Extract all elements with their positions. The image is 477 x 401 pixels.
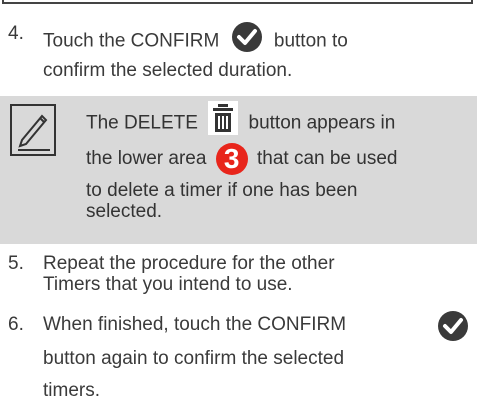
- note-line-4: selected.: [86, 201, 163, 222]
- pencil-note-icon: [10, 104, 56, 156]
- step-4-line-2: confirm the selected duration.: [43, 60, 293, 81]
- note-line-1: The DELETE button appears in: [86, 101, 395, 143]
- step-4-line-1: Touch the CONFIRM button to: [43, 19, 348, 62]
- step-6-line-2: button again to confirm the selected: [43, 348, 345, 369]
- step-number: 6.: [8, 314, 24, 335]
- note-line-2: the lower area 3 that can be used: [86, 143, 398, 175]
- step-6: 6. When finished, touch the CONFIRM butt…: [0, 308, 477, 401]
- step-5: 5. Repeat the procedure for the other Ti…: [0, 253, 477, 303]
- area-3-badge: 3: [215, 143, 248, 175]
- step-6-line-3: timers.: [43, 380, 100, 401]
- trash-icon: [208, 101, 239, 140]
- previous-section-box: [2, 0, 473, 4]
- step-number: 5.: [8, 253, 24, 274]
- step-5-line-1: Repeat the procedure for the other: [43, 253, 335, 274]
- confirm-check-icon: [228, 19, 265, 60]
- confirm-check-icon: [432, 308, 472, 349]
- note-line-3: to delete a timer if one has been: [86, 180, 358, 201]
- step-number: 4.: [8, 23, 24, 44]
- step-6-line-1: When finished, touch the CONFIRM: [43, 314, 347, 335]
- step-5-line-2: Timers that you intend to use.: [43, 274, 293, 295]
- note-box: The DELETE button appears in the lower a…: [0, 96, 477, 244]
